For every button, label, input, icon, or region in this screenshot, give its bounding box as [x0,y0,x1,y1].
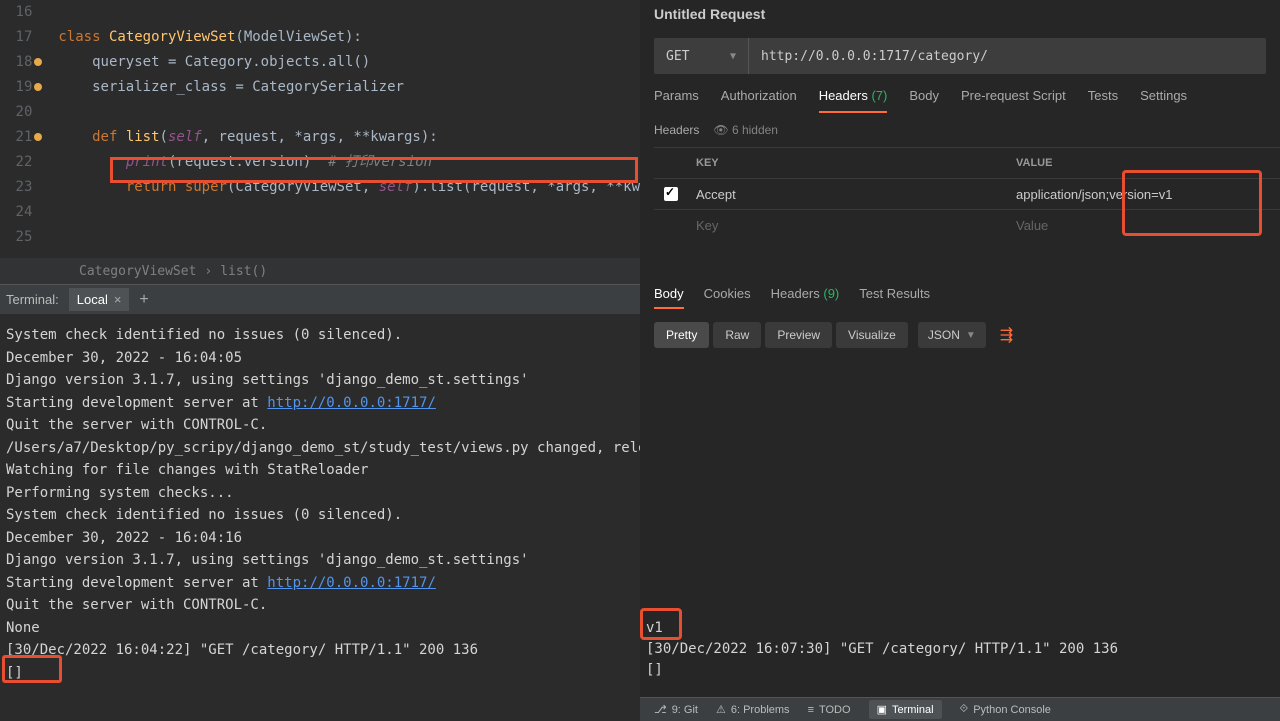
resp-tab-body[interactable]: Body [654,286,684,309]
terminal-tab-local[interactable]: Local × [69,288,130,311]
terminal-output-right[interactable]: v1[30/Dec/2022 16:07:30] "GET /category/… [640,618,1280,681]
breadcrumb-class[interactable]: CategoryViewSet [79,264,196,279]
headers-label: Headers [654,123,699,137]
tab-body[interactable]: Body [909,88,939,113]
terminal-tab-bar: Terminal: Local × + [0,284,640,314]
value-input-placeholder[interactable]: Value [1008,218,1280,233]
response-toolbar: PrettyRawPreviewVisualize JSON ▼ ⇶ [640,309,1280,361]
git-tab[interactable]: ⎇9: Git [654,703,698,716]
tab-settings[interactable]: Settings [1140,88,1187,113]
resp-tab-headers[interactable]: Headers (9) [771,286,840,309]
checkbox[interactable] [664,187,678,201]
todo-tab[interactable]: ≡TODO [808,704,851,716]
lang-select[interactable]: JSON ▼ [918,322,986,348]
terminal-output[interactable]: System check identified no issues (0 sil… [0,314,640,694]
terminal-tab-btn[interactable]: ▣Terminal [869,700,942,719]
view-preview[interactable]: Preview [765,322,832,348]
add-terminal-button[interactable]: + [139,291,148,309]
eye-icon[interactable]: 👁 6 hidden [713,123,778,137]
tab-params[interactable]: Params [654,88,699,113]
tab-tests[interactable]: Tests [1088,88,1118,113]
request-title[interactable]: Untitled Request [640,0,1280,28]
breadcrumb[interactable]: CategoryViewSet › list() [0,258,640,284]
tab-pre-request-script[interactable]: Pre-request Script [961,88,1066,113]
method-select[interactable]: GET▼ [654,38,749,74]
breadcrumb-method[interactable]: list() [220,264,267,279]
tab-authorization[interactable]: Authorization [721,88,797,113]
key-input-placeholder[interactable]: Key [688,218,1008,233]
problems-tab[interactable]: ⚠6: Problems [716,703,790,716]
headers-table: KEY VALUE Acceptapplication/json;version… [654,147,1280,240]
close-icon[interactable]: × [114,292,122,307]
url-bar: GET▼ http://0.0.0.0:1717/category/ [654,38,1266,74]
header-key[interactable]: Accept [688,187,1008,202]
resp-tab-test-results[interactable]: Test Results [859,286,930,309]
url-input[interactable]: http://0.0.0.0:1717/category/ [749,49,1266,64]
th-key: KEY [688,157,1008,169]
resp-tab-cookies[interactable]: Cookies [704,286,751,309]
tab-headers[interactable]: Headers (7) [819,88,888,113]
python-console-tab[interactable]: ⟐Python Console [960,703,1051,716]
header-value[interactable]: application/json;version=v1 [1008,187,1280,202]
view-raw[interactable]: Raw [713,322,761,348]
view-visualize[interactable]: Visualize [836,322,908,348]
bottom-toolbar: ⎇9: Git ⚠6: Problems ≡TODO ▣Terminal ⟐Py… [640,697,1280,721]
breadcrumb-sep: › [204,264,212,279]
wrap-icon[interactable]: ⇶ [992,321,1021,349]
code-editor[interactable]: 16171819202122232425 class CategoryViewS… [0,0,640,258]
response-tabs: Body Cookies Headers (9) Test Results [640,286,1280,309]
view-pretty[interactable]: Pretty [654,322,709,348]
terminal-label: Terminal: [6,292,59,307]
th-value: VALUE [1008,157,1280,169]
request-tabs: Params Authorization Headers (7) Body Pre-re… [640,74,1280,113]
